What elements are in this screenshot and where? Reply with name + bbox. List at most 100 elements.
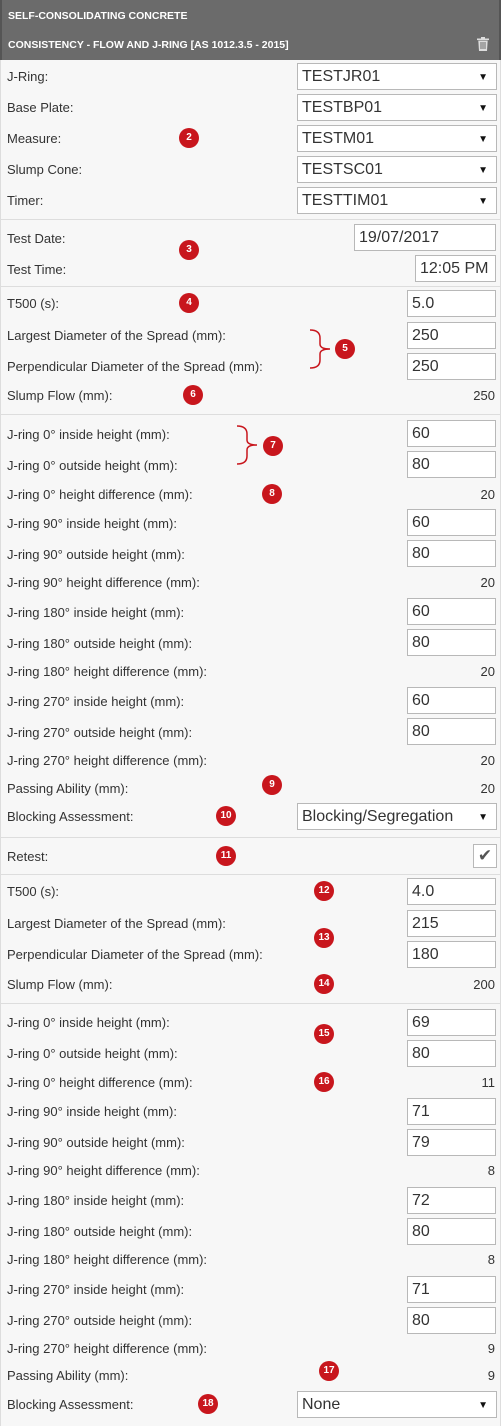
slump-cone-value: TESTSC01 — [302, 161, 383, 178]
annotation-badge: 14 — [314, 974, 334, 994]
dropdown-caret-icon: ▼ — [478, 103, 488, 114]
retest-jring270-inside-input[interactable]: 71 — [407, 1276, 496, 1303]
retest-label: Retest: — [7, 849, 49, 864]
jring-label: J-Ring: — [7, 69, 49, 84]
slump-cone-select[interactable]: TESTSC01 ▼ — [297, 156, 497, 183]
jring180-outside-input[interactable]: 80 — [407, 629, 496, 656]
slump-flow-label: Slump Flow (mm): — [7, 388, 113, 403]
dropdown-caret-icon: ▼ — [478, 812, 488, 823]
annotation-badge: 11 — [216, 846, 236, 866]
retest-jring0-diff-value: 11 — [481, 1075, 496, 1090]
retest-jring90-inside-input[interactable]: 71 — [407, 1098, 496, 1125]
annotation-badge: 15 — [314, 1024, 334, 1044]
jring0-inside-label: J-ring 0° inside height (mm): — [7, 427, 170, 442]
jring90-inside-input[interactable]: 60 — [407, 509, 496, 536]
retest-jring180-outside-input[interactable]: 80 — [407, 1218, 496, 1245]
retest-slump-flow-value: 200 — [473, 977, 495, 992]
retest-jring90-outside-label: J-ring 90° outside height (mm): — [7, 1135, 185, 1150]
timer-label: Timer: — [7, 193, 44, 208]
retest-jring270-inside-label: J-ring 270° inside height (mm): — [7, 1282, 185, 1297]
section-title: SELF-CONSOLIDATING CONCRETE — [8, 10, 188, 22]
measure-select[interactable]: TESTM01 ▼ — [297, 125, 497, 152]
annotation-badge: 4 — [179, 293, 199, 313]
slump-cone-label: Slump Cone: — [7, 162, 83, 177]
base-plate-value: TESTBP01 — [302, 99, 383, 116]
annotation-badge: 9 — [262, 775, 282, 795]
jring270-diff-label: J-ring 270° height difference (mm): — [7, 753, 208, 768]
jring180-diff-value: 20 — [480, 664, 495, 679]
jring180-inside-input[interactable]: 60 — [407, 598, 496, 625]
annotation-badge: 2 — [179, 128, 199, 148]
retest-blocking-assessment-label: Blocking Assessment: — [7, 1397, 134, 1412]
test-date-label: Test Date: — [7, 231, 66, 246]
retest-jring270-diff-value: 9 — [487, 1341, 495, 1356]
perpendicular-diameter-input[interactable]: 250 — [407, 353, 496, 380]
jring180-diff-label: J-ring 180° height difference (mm): — [7, 664, 208, 679]
retest-jring0-outside-label: J-ring 0° outside height (mm): — [7, 1046, 178, 1061]
jring0-diff-label: J-ring 0° height difference (mm): — [7, 487, 193, 502]
jring0-diff-value: 20 — [480, 487, 495, 502]
test-form: J-Ring: TESTJR01 ▼ Base Plate: TESTBP01 ▼ … — [0, 60, 501, 1426]
passing-ability-label: Passing Ability (mm): — [7, 781, 129, 796]
retest-jring270-outside-label: J-ring 270° outside height (mm): — [7, 1313, 193, 1328]
retest-jring180-diff-label: J-ring 180° height difference (mm): — [7, 1252, 208, 1267]
perpendicular-diameter-label: Perpendicular Diameter of the Spread (mm… — [7, 359, 263, 374]
retest-jring0-inside-input[interactable]: 69 — [407, 1009, 496, 1036]
test-date-input[interactable]: 19/07/2017 — [354, 224, 496, 251]
retest-checkbox[interactable]: ✔ — [473, 844, 497, 868]
divider — [1, 1003, 501, 1004]
timer-select[interactable]: TESTTIM01 ▼ — [297, 187, 497, 214]
jring90-diff-label: J-ring 90° height difference (mm): — [7, 575, 200, 590]
jring90-outside-label: J-ring 90° outside height (mm): — [7, 547, 185, 562]
dropdown-caret-icon: ▼ — [478, 196, 488, 207]
retest-perpendicular-diameter-input[interactable]: 180 — [407, 941, 496, 968]
annotation-badge: 5 — [335, 339, 355, 359]
dropdown-caret-icon: ▼ — [478, 72, 488, 83]
timer-value: TESTTIM01 — [302, 192, 389, 209]
retest-t500-label: T500 (s): — [7, 884, 60, 899]
retest-jring90-outside-input[interactable]: 79 — [407, 1129, 496, 1156]
retest-jring90-inside-label: J-ring 90° inside height (mm): — [7, 1104, 177, 1119]
retest-jring0-inside-label: J-ring 0° inside height (mm): — [7, 1015, 170, 1030]
jring0-inside-input[interactable]: 60 — [407, 420, 496, 447]
jring270-inside-label: J-ring 270° inside height (mm): — [7, 694, 185, 709]
largest-diameter-label: Largest Diameter of the Spread (mm): — [7, 328, 226, 343]
annotation-badge: 7 — [263, 436, 283, 456]
annotation-badge: 13 — [314, 928, 334, 948]
jring-select[interactable]: TESTJR01 ▼ — [297, 63, 497, 90]
retest-jring0-diff-label: J-ring 0° height difference (mm): — [7, 1075, 193, 1090]
annotation-badge: 10 — [216, 806, 236, 826]
annotation-badge: 17 — [319, 1361, 339, 1381]
dropdown-caret-icon: ▼ — [478, 1400, 488, 1411]
retest-t500-input[interactable]: 4.0 — [407, 878, 496, 905]
divider — [1, 286, 501, 287]
retest-blocking-assessment-select[interactable]: None ▼ — [297, 1391, 497, 1418]
retest-jring0-outside-input[interactable]: 80 — [407, 1040, 496, 1067]
retest-jring180-inside-input[interactable]: 72 — [407, 1187, 496, 1214]
test-title: CONSISTENCY - FLOW AND J-RING [AS 1012.3… — [8, 39, 289, 51]
jring90-outside-input[interactable]: 80 — [407, 540, 496, 567]
base-plate-select[interactable]: TESTBP01 ▼ — [297, 94, 497, 121]
jring270-diff-value: 20 — [480, 753, 495, 768]
retest-passing-ability-value: 9 — [487, 1368, 495, 1383]
jring270-inside-input[interactable]: 60 — [407, 687, 496, 714]
dropdown-caret-icon: ▼ — [478, 134, 488, 145]
retest-jring270-outside-input[interactable]: 80 — [407, 1307, 496, 1334]
passing-ability-value: 20 — [480, 781, 495, 796]
retest-blocking-assessment-value: None — [302, 1396, 341, 1413]
retest-jring270-diff-label: J-ring 270° height difference (mm): — [7, 1341, 208, 1356]
annotation-badge: 16 — [314, 1072, 334, 1092]
panel-header: SELF-CONSOLIDATING CONCRETE CONSISTENCY … — [0, 0, 501, 60]
retest-largest-diameter-input[interactable]: 215 — [407, 910, 496, 937]
measure-label: Measure: — [7, 131, 62, 146]
retest-largest-diameter-label: Largest Diameter of the Spread (mm): — [7, 916, 226, 931]
largest-diameter-input[interactable]: 250 — [407, 322, 496, 349]
blocking-assessment-select[interactable]: Blocking/Segregation ▼ — [297, 803, 497, 830]
brace-icon — [309, 329, 331, 369]
trash-icon[interactable] — [477, 37, 489, 54]
jring270-outside-input[interactable]: 80 — [407, 718, 496, 745]
jring0-outside-input[interactable]: 80 — [407, 451, 496, 478]
annotation-badge: 6 — [183, 385, 203, 405]
test-time-input[interactable]: 12:05 PM — [415, 255, 496, 282]
t500-input[interactable]: 5.0 — [407, 290, 496, 317]
